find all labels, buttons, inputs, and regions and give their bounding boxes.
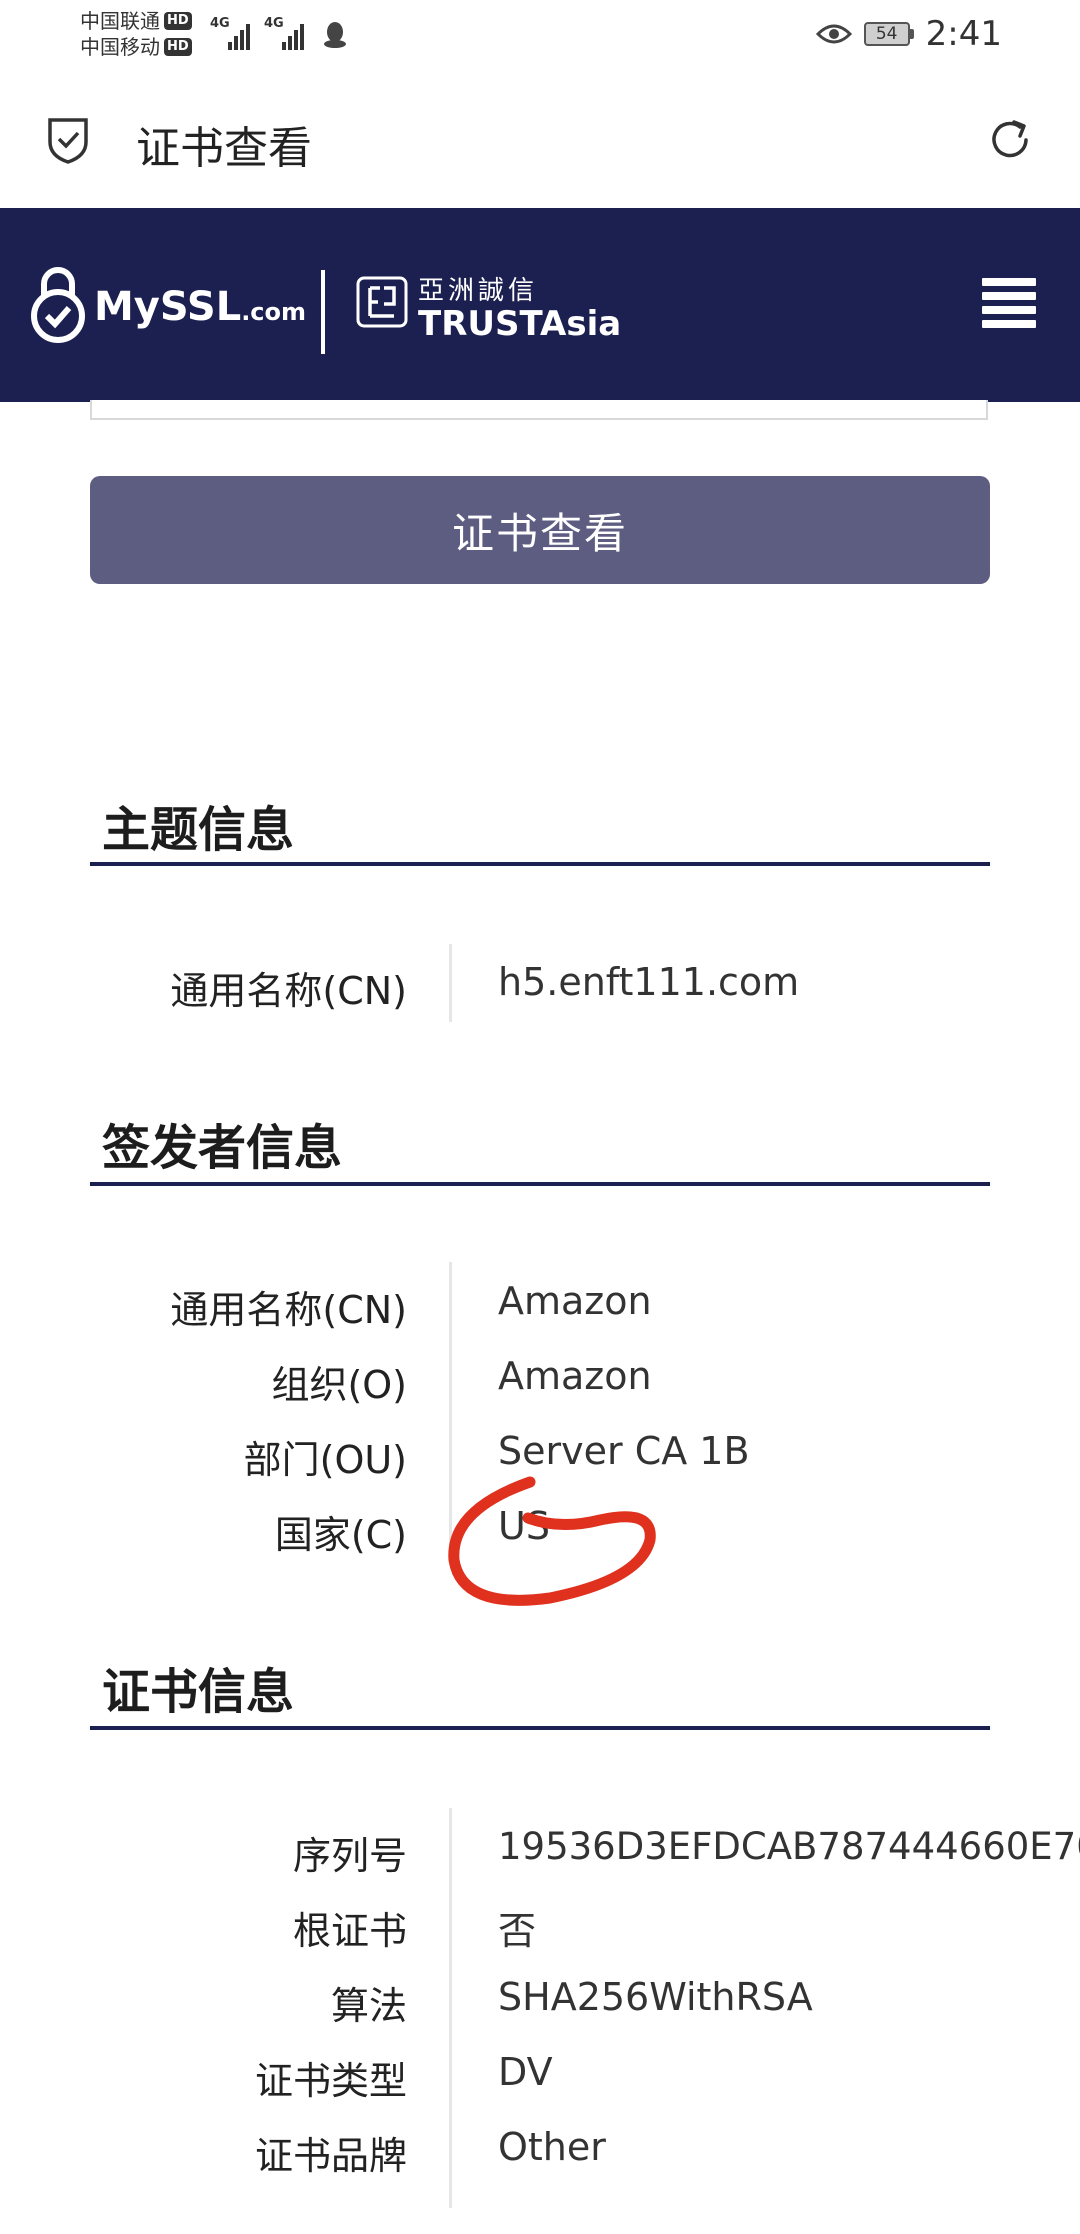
status-right: 54 2:41 xyxy=(815,14,1002,54)
browser-toolbar: 证书查看 xyxy=(0,70,1080,208)
certificate-info-rule xyxy=(90,1726,990,1730)
reload-icon[interactable] xyxy=(984,114,1036,166)
certificate-row: 证书类型 DV xyxy=(0,2050,1080,2110)
signal-strength-icon-1: 4G xyxy=(210,16,250,50)
cert-type-label: 证书类型 xyxy=(254,2059,407,2103)
domain-input[interactable] xyxy=(90,400,988,420)
myssl-lock-logo-icon[interactable] xyxy=(30,262,86,346)
logo-divider xyxy=(321,270,325,354)
issuer-row: 组织(O) Amazon xyxy=(0,1354,1080,1414)
network-type-1: 4G xyxy=(210,16,230,31)
issuer-cn-value: Amazon xyxy=(498,1279,652,1323)
cert-brand-value: Other xyxy=(498,2125,606,2169)
root-cert-label: 根证书 xyxy=(292,1909,407,1953)
subject-cn-value: h5.enft111.com xyxy=(498,960,800,1004)
cert-type-value: DV xyxy=(498,2050,553,2094)
issuer-ou-value: Server CA 1B xyxy=(498,1429,750,1473)
certificate-row: 证书品牌 Other xyxy=(0,2125,1080,2185)
serial-value: 19536D3EFDCAB787444660E705 xyxy=(498,1825,1080,1868)
eye-icon xyxy=(815,24,852,44)
network-type-2: 4G xyxy=(264,16,284,31)
serial-label: 序列号 xyxy=(292,1834,407,1878)
brand-suffix: .com xyxy=(241,298,307,326)
qq-icon xyxy=(324,22,346,48)
issuer-ou-label: 部门(OU) xyxy=(243,1438,407,1482)
algorithm-label: 算法 xyxy=(330,1984,407,2028)
issuer-c-value: US xyxy=(498,1504,550,1548)
hd-badge-1: HD xyxy=(164,12,192,30)
certificate-row: 序列号 19536D3EFDCAB787444660E705 xyxy=(0,1825,1080,1885)
clock: 2:41 xyxy=(925,14,1002,54)
issuer-c-label: 国家(C) xyxy=(274,1513,407,1557)
battery-icon: 54 xyxy=(863,22,914,46)
status-bar: 中国联通 HD 中国移动 HD 4G 4G 54 2:41 xyxy=(0,0,1080,70)
myssl-logo-text[interactable]: MySSL.com xyxy=(94,284,306,330)
carrier-1-label: 中国联通 xyxy=(80,9,160,33)
issuer-cn-label: 通用名称(CN) xyxy=(170,1288,407,1332)
issuer-o-value: Amazon xyxy=(498,1354,652,1398)
hd-badge-2: HD xyxy=(164,38,192,56)
signal-strength-icon-2: 4G xyxy=(264,16,304,50)
carrier-2-label: 中国移动 xyxy=(80,35,160,59)
carrier-info: 中国联通 HD 中国移动 HD xyxy=(80,8,192,60)
issuer-row: 部门(OU) Server CA 1B xyxy=(0,1429,1080,1489)
signal-indicators: 4G 4G xyxy=(210,16,348,50)
certificate-info-heading: 证书信息 xyxy=(102,1664,295,1720)
site-header: MySSL.com 亞洲誠信 TRUSTAsia xyxy=(0,208,1080,402)
subject-row: 通用名称(CN) h5.enft111.com xyxy=(0,960,1080,1020)
partner-name-en: TRUSTAsia xyxy=(418,304,622,344)
shield-check-icon[interactable] xyxy=(46,116,90,164)
cert-brand-label: 证书品牌 xyxy=(254,2134,407,2178)
subject-info-heading: 主题信息 xyxy=(102,802,295,858)
root-cert-value: 否 xyxy=(498,1909,537,1953)
certificate-row: 根证书 否 xyxy=(0,1900,1080,1960)
brand-name: MySSL xyxy=(94,284,242,330)
trustasia-logo-icon xyxy=(356,276,408,328)
issuer-o-label: 组织(O) xyxy=(271,1363,407,1407)
partner-name-cn: 亞洲誠信 xyxy=(418,276,539,306)
battery-level: 54 xyxy=(863,22,910,46)
issuer-info-rule xyxy=(90,1182,990,1186)
subject-info-rule xyxy=(90,862,990,866)
issuer-row: 通用名称(CN) Amazon xyxy=(0,1279,1080,1339)
subject-cn-label: 通用名称(CN) xyxy=(170,969,407,1013)
issuer-info-heading: 签发者信息 xyxy=(102,1120,343,1176)
hamburger-menu-icon[interactable] xyxy=(982,278,1036,328)
certificate-row: 算法 SHA256WithRSA xyxy=(0,1975,1080,2035)
issuer-row: 国家(C) US xyxy=(0,1504,1080,1564)
page-title: 证书查看 xyxy=(136,123,312,174)
view-certificate-button[interactable]: 证书查看 xyxy=(90,476,990,584)
algorithm-value: SHA256WithRSA xyxy=(498,1975,813,2019)
